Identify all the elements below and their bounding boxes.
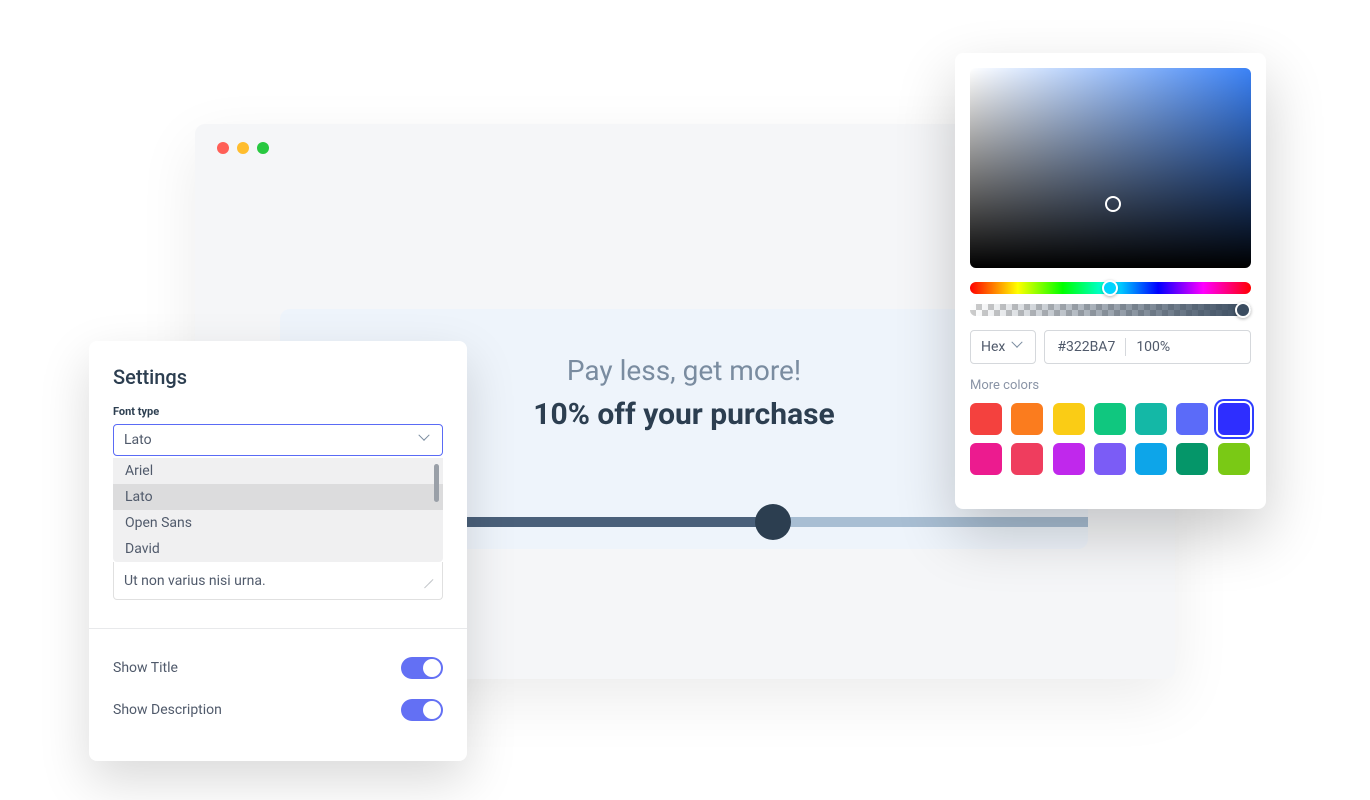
color-swatch[interactable] [1053,403,1085,435]
color-format-select[interactable]: Hex [970,330,1036,364]
dropdown-scrollbar[interactable] [434,464,439,502]
textarea-value: Ut non varius nisi urna. [124,573,266,589]
show-description-label: Show Description [113,702,222,718]
font-option-david[interactable]: David [113,536,443,562]
hex-input[interactable]: #322BA7 100% [1044,330,1251,364]
font-type-select[interactable]: Lato [113,424,443,456]
color-inputs-row: Hex #322BA7 100% [970,330,1251,364]
chevron-down-icon [1013,341,1025,353]
hue-cursor[interactable] [1102,280,1118,296]
color-swatch[interactable] [1218,443,1250,475]
minimize-traffic-light[interactable] [237,142,249,154]
settings-title: Settings [89,365,467,405]
color-swatch[interactable] [1176,443,1208,475]
gradient-cursor[interactable] [1105,196,1121,212]
swatch-grid [970,403,1251,475]
color-swatch[interactable] [1094,443,1126,475]
font-dropdown-list: Ariel Lato Open Sans David [113,458,443,562]
hex-divider [1125,338,1126,356]
color-swatch[interactable] [1011,403,1043,435]
color-picker-panel: Hex #322BA7 100% More colors [955,53,1266,509]
color-swatch[interactable] [1176,403,1208,435]
progress-knob[interactable] [755,504,791,540]
show-description-row: Show Description [89,689,467,731]
close-traffic-light[interactable] [217,142,229,154]
show-title-toggle[interactable] [401,657,443,679]
color-format-value: Hex [981,339,1005,355]
maximize-traffic-light[interactable] [257,142,269,154]
hue-slider[interactable] [970,282,1251,294]
more-colors-label: More colors [970,378,1251,393]
alpha-cursor[interactable] [1235,302,1251,318]
show-description-toggle[interactable] [401,699,443,721]
color-swatch[interactable] [970,443,1002,475]
show-title-row: Show Title [89,647,467,689]
font-type-label: Font type [89,405,467,424]
color-swatch[interactable] [970,403,1002,435]
divider [89,628,467,629]
resize-handle-icon[interactable] [420,575,432,587]
font-option-ariel[interactable]: Ariel [113,458,443,484]
description-textarea[interactable]: Ut non varius nisi urna. [113,562,443,600]
color-swatch[interactable] [1135,443,1167,475]
progress-remaining [773,517,1088,527]
font-option-open-sans[interactable]: Open Sans [113,510,443,536]
font-option-lato[interactable]: Lato [113,484,443,510]
font-type-selected-value: Lato [124,432,152,448]
show-title-label: Show Title [113,660,178,676]
color-swatch[interactable] [1218,403,1250,435]
settings-panel: Settings Font type Lato Ariel Lato Open … [89,341,467,761]
color-swatch[interactable] [1011,443,1043,475]
alpha-slider[interactable] [970,304,1251,316]
color-swatch[interactable] [1094,403,1126,435]
chevron-down-icon [420,434,432,446]
hex-value: #322BA7 [1057,339,1115,355]
color-swatch[interactable] [1053,443,1085,475]
opacity-value: 100% [1136,339,1170,355]
banner-subtitle: 10% off your purchase [533,397,834,432]
color-swatch[interactable] [1135,403,1167,435]
color-gradient-area[interactable] [970,68,1251,268]
banner-title: Pay less, get more! [567,354,801,387]
